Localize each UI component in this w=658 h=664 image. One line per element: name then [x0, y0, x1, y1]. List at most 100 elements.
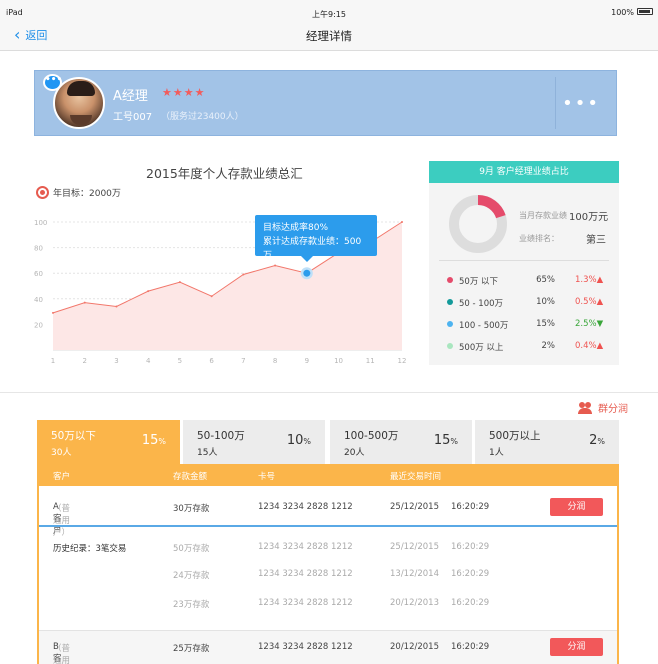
- history-amount: 23万存款: [173, 600, 210, 610]
- tab-count: 30人: [51, 448, 72, 458]
- tooltip-rate: 目标达成率80%: [263, 223, 329, 233]
- legend-dot-icon: [447, 299, 453, 305]
- x-tick-label: 5: [178, 357, 182, 365]
- data-point: [83, 301, 86, 304]
- tab-share: 10%: [287, 433, 311, 448]
- tooltip-total: 累计达成存款业绩：500万: [263, 237, 362, 261]
- y-tick-label: 60: [34, 270, 43, 278]
- y-tick-label: 40: [34, 296, 43, 304]
- panel-divider: [439, 260, 609, 261]
- tab-range: 100-500万: [344, 430, 399, 442]
- annual-target: 年目标：2000万: [36, 186, 121, 199]
- change-value: 1.3%: [575, 275, 597, 285]
- manager-name: A经理: [113, 89, 148, 104]
- nav-bar: ‹ 返回 经理详情: [0, 22, 658, 51]
- history-card: 1234 3234 2828 1212: [258, 598, 353, 608]
- rank-label: 业绩排名：: [519, 234, 559, 243]
- history-section: 历史纪录：3笔交易 50万存款 1234 3234 2828 1212 25/1…: [39, 527, 617, 627]
- chart-tooltip: 目标达成率80% 累计达成存款业绩：500万: [255, 215, 377, 262]
- share-donut-chart: [449, 195, 507, 253]
- x-tick-label: 7: [241, 357, 245, 365]
- tab-range: 50万以下: [51, 430, 96, 442]
- change-value: 0.5%: [575, 297, 597, 307]
- trade-time: 16:20:29: [451, 642, 490, 652]
- x-tick-label: 12: [398, 357, 407, 365]
- battery-icon: [637, 8, 653, 15]
- tab-under-50w[interactable]: 50万以下 30人 15%: [37, 420, 180, 464]
- manager-profile-card: ••• A经理 ★★★★ 工号007 （服务过23400人） •••: [34, 70, 617, 136]
- highlight-point: [303, 269, 311, 277]
- range-label: 50 - 100万: [459, 299, 504, 309]
- chat-icon[interactable]: •••: [43, 74, 62, 91]
- card-number: 1234 3234 2828 1212: [258, 502, 353, 512]
- card-number: 1234 3234 2828 1212: [258, 642, 353, 652]
- data-point: [178, 281, 181, 284]
- range-percent: 2%: [541, 341, 556, 351]
- x-tick-label: 3: [114, 357, 118, 365]
- tab-share-unit: %: [158, 437, 166, 446]
- range-label: 500万 以上: [459, 343, 504, 353]
- header-last-trade: 最近交易时间: [390, 472, 442, 482]
- change-up: 1.3%▲: [575, 275, 603, 285]
- tab-share-value: 15: [433, 433, 451, 448]
- tab-count: 15人: [197, 448, 218, 458]
- panel-header: 9月 客户经理业绩占比: [429, 161, 619, 183]
- data-point: [115, 305, 118, 308]
- history-time: 16:20:29: [451, 569, 490, 579]
- history-date: 13/12/2014: [390, 569, 439, 579]
- tab-share: 15%: [142, 433, 166, 448]
- month-deposit-label: 当月存款业绩: [519, 211, 567, 220]
- arrow-up-icon: ▲: [596, 297, 604, 307]
- x-tick-label: 8: [273, 357, 277, 365]
- range-label: 100 - 500万: [459, 321, 509, 331]
- status-bar: iPad 上午9:15 100%: [0, 0, 658, 22]
- target-icon: [36, 186, 49, 199]
- data-point: [210, 295, 213, 298]
- distribution-row: 500万 以上 2% 0.4%▲: [429, 339, 619, 355]
- legend-dot-icon: [447, 321, 453, 327]
- group-split-button[interactable]: 群分润: [578, 400, 628, 415]
- served-count: （服务过23400人）: [161, 112, 244, 122]
- target-label: 年目标：2000万: [53, 189, 121, 199]
- tab-50-100w[interactable]: 50-100万 15人 10%: [183, 420, 325, 464]
- x-tick-label: 11: [366, 357, 375, 365]
- history-date: 25/12/2015: [390, 542, 439, 552]
- range-percent: 15%: [536, 319, 555, 329]
- data-point: [52, 311, 54, 314]
- section-divider: [0, 392, 658, 393]
- tab-count: 20人: [344, 448, 365, 458]
- range-percent: 65%: [536, 275, 555, 285]
- history-time: 16:20:29: [451, 598, 490, 608]
- data-point: [401, 221, 403, 223]
- tab-over-500w[interactable]: 500万以上 1人 2%: [475, 420, 619, 464]
- tab-share-value: 10: [286, 433, 304, 448]
- table-header: 客户 存款金额 卡号 最近交易时间: [39, 464, 617, 486]
- x-tick-label: 9: [305, 357, 309, 365]
- range-percent: 10%: [536, 297, 555, 307]
- deposit-amount: 30万存款: [173, 504, 210, 514]
- month-deposit-value: 100万元: [569, 212, 609, 223]
- history-amount: 24万存款: [173, 571, 210, 581]
- history-card: 1234 3234 2828 1212: [258, 542, 353, 552]
- data-point: [274, 264, 277, 267]
- employee-id: 工号007: [113, 112, 153, 123]
- change-up: 0.4%▲: [575, 341, 603, 351]
- header-card: 卡号: [258, 472, 276, 482]
- table-row[interactable]: B客户（普通用户） 25万存款 1234 3234 2828 1212 20/1…: [39, 631, 617, 664]
- profit-split-button[interactable]: 分润: [550, 498, 603, 516]
- x-tick-label: 10: [334, 357, 343, 365]
- tab-count: 1人: [489, 448, 504, 458]
- tab-share-unit: %: [450, 437, 458, 446]
- tab-100-500w[interactable]: 100-500万 20人 15%: [330, 420, 472, 464]
- arrow-down-icon: ▼: [596, 319, 604, 329]
- more-options-icon[interactable]: •••: [562, 93, 600, 114]
- y-tick-label: 100: [34, 219, 47, 227]
- history-time: 16:20:29: [451, 542, 490, 552]
- profit-split-button[interactable]: 分润: [550, 638, 603, 656]
- table-row[interactable]: A客户 （普通用户） 30万存款 1234 3234 2828 1212 25/1…: [39, 486, 617, 538]
- header-customer: 客户: [53, 472, 71, 482]
- clock: 上午9:15: [312, 10, 346, 19]
- distribution-row: 100 - 500万 15% 2.5%▼: [429, 317, 619, 333]
- people-icon: [578, 401, 593, 414]
- tab-share: 2%: [589, 433, 605, 448]
